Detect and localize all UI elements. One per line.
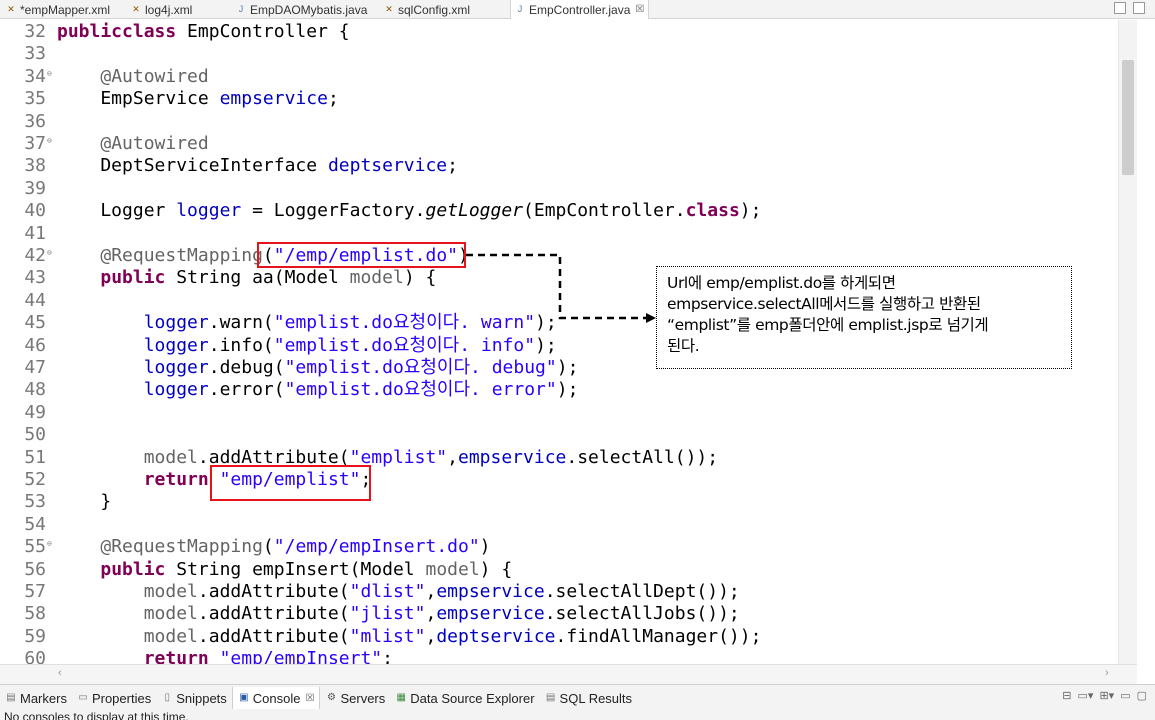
console-icon: ▣ xyxy=(239,692,249,703)
maximize-icon[interactable]: ▢ xyxy=(1137,689,1147,702)
properties-icon: ▭ xyxy=(78,692,88,703)
note-line: 된다. xyxy=(667,337,700,355)
panel-tabs: ▤ Markers ▭ Properties ▯ Snippets ▣ Cons… xyxy=(0,687,637,709)
tab-label: Console xyxy=(252,690,301,706)
open-console-icon[interactable]: ⊞▾ xyxy=(1099,689,1114,702)
note-line: Url에 emp/emplist.do를 하게되면 xyxy=(667,274,896,292)
tab-snippets[interactable]: ▯ Snippets xyxy=(156,687,232,709)
data-source-icon: ▦ xyxy=(396,692,406,703)
explanation-note: Url에 emp/emplist.do를 하게되면 empservice.sel… xyxy=(656,266,1072,369)
snippets-icon: ▯ xyxy=(164,692,170,703)
tab-properties[interactable]: ▭ Properties xyxy=(72,687,156,709)
tab-markers[interactable]: ▤ Markers xyxy=(0,687,72,709)
close-icon[interactable]: ☒ xyxy=(306,693,315,704)
tab-label: Data Source Explorer xyxy=(410,690,535,706)
note-line: empservice.selectAll메서드를 실행하고 반환된 xyxy=(667,295,981,313)
markers-icon: ▤ xyxy=(6,692,16,703)
note-line: “emplist”를 emp폴더안에 emplist.jsp로 넘기게 xyxy=(667,316,989,334)
tab-data-source-explorer[interactable]: ▦ Data Source Explorer xyxy=(390,687,539,709)
panel-toolbar: ⊟ ▭▾ ⊞▾ ▭ ▢ xyxy=(1062,689,1147,702)
pin-console-icon[interactable]: ⊟ xyxy=(1062,689,1071,702)
tab-label: Properties xyxy=(91,690,152,706)
tab-label: Servers xyxy=(340,690,386,706)
tab-sql-results[interactable]: ▤ SQL Results xyxy=(540,687,638,709)
tab-servers[interactable]: ⚙ Servers xyxy=(320,687,390,709)
servers-icon: ⚙ xyxy=(326,692,336,703)
sql-results-icon: ▤ xyxy=(545,692,556,703)
tab-console[interactable]: ▣ Console ☒ xyxy=(231,687,321,709)
minimize-icon[interactable]: ▭ xyxy=(1120,689,1130,702)
tab-label: SQL Results xyxy=(559,690,633,706)
tab-label: Markers xyxy=(20,690,67,706)
console-message: No consoles to display at this time. xyxy=(4,710,189,720)
display-console-icon[interactable]: ▭▾ xyxy=(1078,689,1094,702)
tab-label: Snippets xyxy=(176,690,227,706)
bottom-panel: ▤ Markers ▭ Properties ▯ Snippets ▣ Cons… xyxy=(0,684,1155,720)
